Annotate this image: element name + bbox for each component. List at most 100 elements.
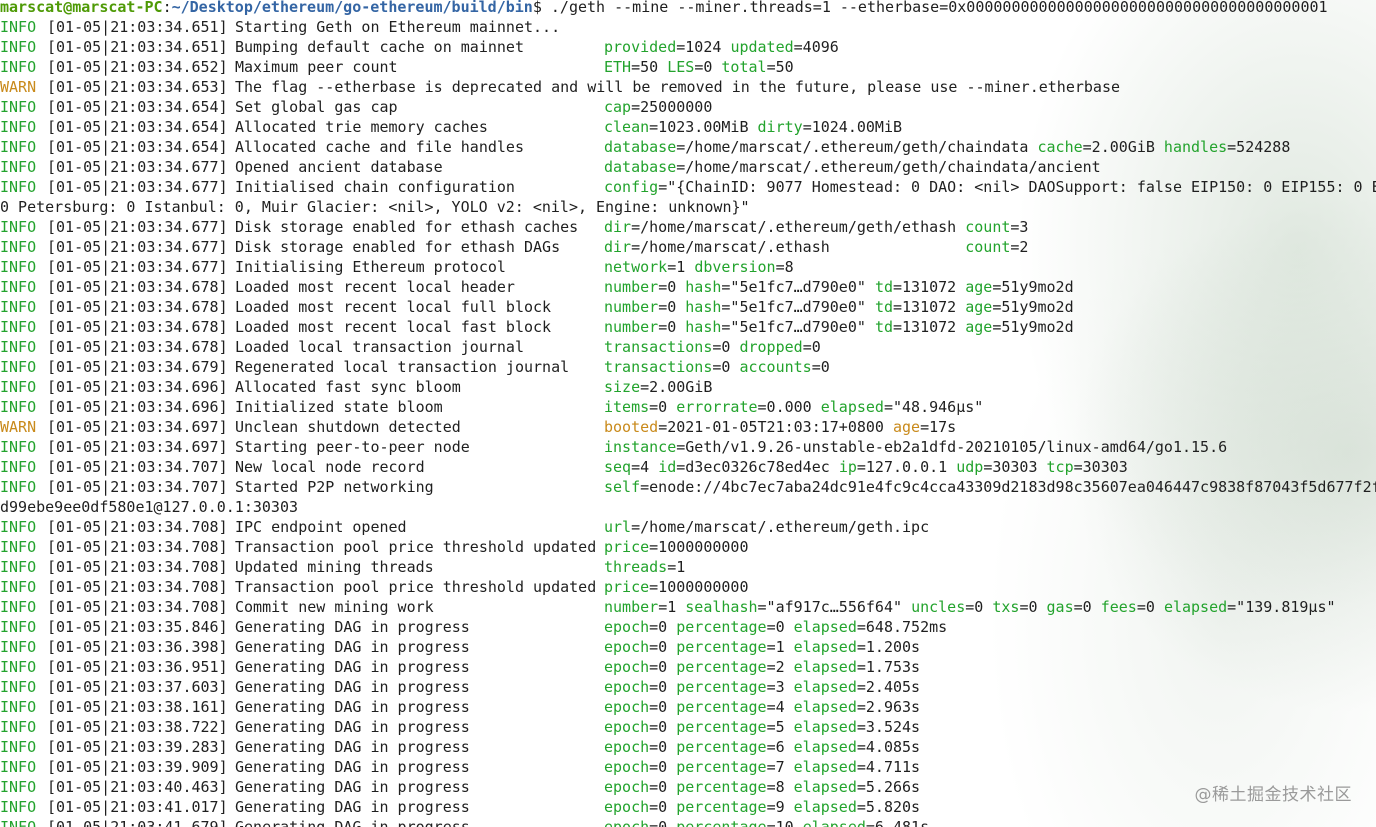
context-value: =0 (649, 758, 677, 776)
log-level: INFO (0, 778, 37, 796)
log-timestamp: [01-05|21:03:38.161] (47, 698, 228, 716)
log-context: price=1000000000 (604, 577, 749, 597)
context-value: =0 (649, 698, 677, 716)
log-timestamp: [01-05|21:03:34.708] (47, 578, 228, 596)
context-key: elapsed (793, 718, 857, 736)
context-value: =0 (649, 818, 677, 827)
context-key: count (965, 238, 1011, 256)
context-value: =9 (766, 798, 794, 816)
context-value: ="5e1fc7…d790e0" (721, 298, 875, 316)
context-key: percentage (676, 758, 767, 776)
log-message: Unclean shutdown detected (235, 418, 461, 436)
log-level: INFO (0, 378, 37, 396)
log-timestamp: [01-05|21:03:35.846] (47, 618, 228, 636)
log-level: INFO (0, 558, 37, 576)
context-value: =/home/marscat/.ethash (631, 238, 966, 256)
context-value: =1 (667, 558, 686, 576)
log-line: INFO [01-05|21:03:34.708] Transaction pool… (0, 537, 1376, 557)
context-value: =127.0.0.1 (856, 458, 957, 476)
log-timestamp: [01-05|21:03:37.603] (47, 678, 228, 696)
context-value: =0 (649, 658, 677, 676)
log-message: Allocated cache and file handles (235, 138, 524, 156)
log-timestamp: [01-05|21:03:39.283] (47, 738, 228, 756)
log-line: INFO [01-05|21:03:39.283] Generating DAG i… (0, 737, 1376, 757)
context-value: =2 (766, 658, 794, 676)
log-level: INFO (0, 698, 37, 716)
log-timestamp: [01-05|21:03:34.651] (47, 18, 228, 36)
log-message: IPC endpoint opened (235, 518, 407, 536)
log-level: INFO (0, 758, 37, 776)
context-value: =17s (920, 418, 957, 436)
prompt-symbol: $ (532, 0, 542, 16)
context-value: =0 (694, 58, 722, 76)
context-key: cap (604, 98, 632, 116)
context-value: =0 (1073, 598, 1101, 616)
log-message: Regenerated local transaction journal (235, 358, 570, 376)
log-line: INFO [01-05|21:03:41.017] Generating DAG i… (0, 797, 1376, 817)
log-context: config="{ChainID: 9077 Homestead: 0 DAO:… (604, 177, 1376, 197)
log-context: instance=Geth/v1.9.26-unstable-eb2a1dfd-… (604, 437, 1227, 457)
log-context: epoch=0 percentage=6 elapsed=4.085s (604, 737, 920, 757)
context-value: =1 (658, 598, 686, 616)
log-level: INFO (0, 538, 37, 556)
log-line: INFO [01-05|21:03:40.463] Generating DAG i… (0, 777, 1376, 797)
log-level: INFO (0, 798, 37, 816)
log-timestamp: [01-05|21:03:36.951] (47, 658, 228, 676)
context-key: ETH (604, 58, 632, 76)
log-context: epoch=0 percentage=9 elapsed=5.820s (604, 797, 920, 817)
context-value: =7 (766, 758, 794, 776)
context-key: elapsed (793, 678, 857, 696)
log-message: Commit new mining work (235, 598, 434, 616)
log-message: Updated mining threads (235, 558, 434, 576)
log-timestamp: [01-05|21:03:34.696] (47, 378, 228, 396)
log-line: INFO [01-05|21:03:38.161] Generating DAG i… (0, 697, 1376, 717)
context-value: =/home/marscat/.ethereum/geth/ethash (631, 218, 966, 236)
context-value: =/home/marscat/.ethereum/geth/chaindata/… (676, 158, 1101, 176)
log-line: INFO [01-05|21:03:34.696] Allocated fast s… (0, 377, 1376, 397)
log-timestamp: [01-05|21:03:34.654] (47, 138, 228, 156)
context-key: cache (1037, 138, 1083, 156)
log-message: Allocated trie memory caches (235, 118, 488, 136)
log-line: INFO [01-05|21:03:34.696] Initialized stat… (0, 397, 1376, 417)
context-value: =1024 (676, 38, 731, 56)
context-key: id (658, 458, 677, 476)
context-key: percentage (676, 738, 767, 756)
log-message: Started P2P networking (235, 478, 434, 496)
context-key: txs (992, 598, 1020, 616)
terminal-output[interactable]: marscat@marscat-PC:~/Desktop/ethereum/go… (0, 0, 1376, 827)
log-timestamp: [01-05|21:03:34.677] (47, 258, 228, 276)
context-key: epoch (604, 678, 650, 696)
log-timestamp: [01-05|21:03:34.697] (47, 438, 228, 456)
context-key: elapsed (1163, 598, 1228, 616)
log-timestamp: [01-05|21:03:34.677] (47, 178, 228, 196)
log-level: INFO (0, 678, 37, 696)
log-continuation-text: d99ebe9ee0df580e1@127.0.0.1:30303 (0, 498, 299, 516)
context-key: age (893, 418, 921, 436)
context-value: =51y9mo2d (992, 278, 1074, 296)
context-key: handles (1163, 138, 1228, 156)
log-line: INFO [01-05|21:03:34.707] New local node r… (0, 457, 1376, 477)
context-key: total (721, 58, 767, 76)
log-level: INFO (0, 318, 37, 336)
log-message: The flag --etherbase is deprecated and w… (235, 78, 1121, 96)
log-level: INFO (0, 598, 37, 616)
log-level: INFO (0, 258, 37, 276)
log-message: Loaded most recent local full block (235, 298, 552, 316)
context-key: epoch (604, 798, 650, 816)
log-level: INFO (0, 18, 37, 36)
context-key: percentage (676, 798, 767, 816)
log-timestamp: [01-05|21:03:34.708] (47, 538, 228, 556)
context-key: age (965, 278, 993, 296)
log-context: epoch=0 percentage=3 elapsed=2.405s (604, 677, 920, 697)
context-value: =5.820s (856, 798, 921, 816)
log-message: Bumping default cache on mainnet (235, 38, 524, 56)
context-key: dbversion (694, 258, 776, 276)
context-value: ="5e1fc7…d790e0" (721, 278, 875, 296)
context-value: =0 (766, 618, 794, 636)
log-context: network=1 dbversion=8 (604, 257, 794, 277)
prompt-user-host: marscat@marscat-PC (0, 0, 163, 16)
log-message: Initialized state bloom (235, 398, 443, 416)
log-context: database=/home/marscat/.ethereum/geth/ch… (604, 137, 1290, 157)
log-context: database=/home/marscat/.ethereum/geth/ch… (604, 157, 1101, 177)
context-key: gas (1046, 598, 1074, 616)
